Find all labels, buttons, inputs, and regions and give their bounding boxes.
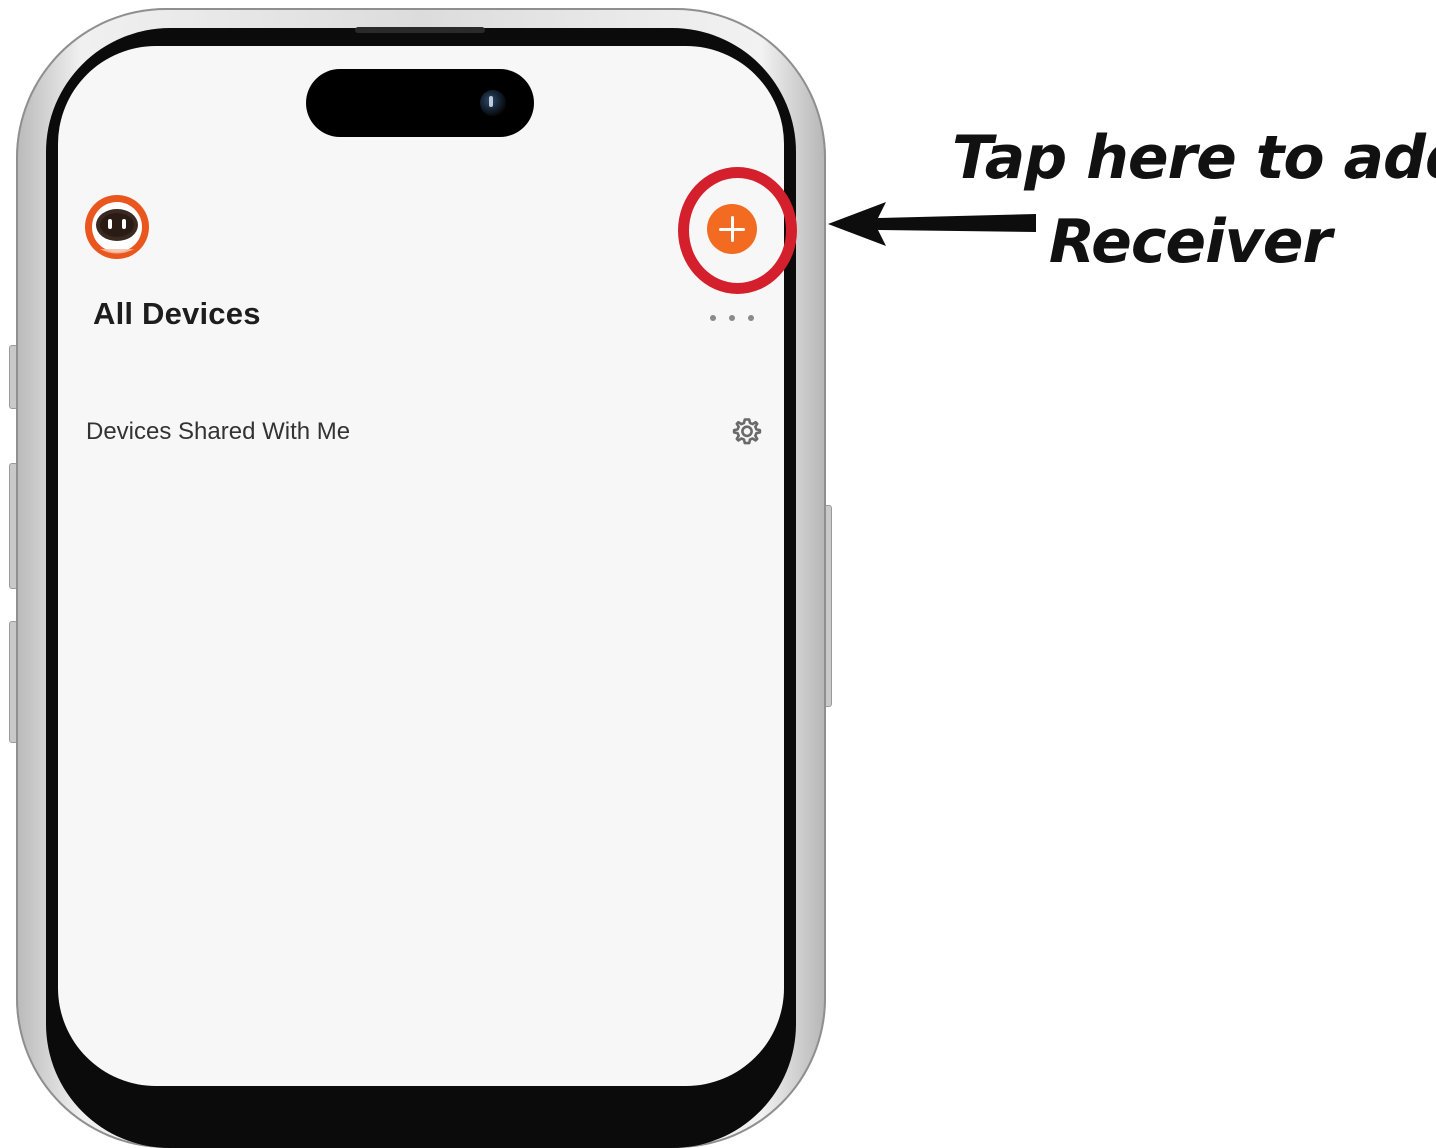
highlight-ring [678, 167, 797, 294]
robot-logo-icon[interactable] [84, 194, 150, 260]
dynamic-island [306, 69, 534, 137]
app-screen: All Devices Devices Shared With Me [58, 46, 784, 1086]
shared-devices-row: Devices Shared With Me [86, 412, 766, 452]
section-label: Devices Shared With Me [86, 418, 351, 445]
earpiece-speaker [355, 27, 485, 33]
more-options-button[interactable] [710, 308, 754, 328]
callout-line-2: Receiver [1048, 207, 1332, 277]
front-camera-icon [480, 90, 506, 116]
callout-text: Tap here to add Receiver [952, 116, 1436, 284]
gear-icon[interactable] [732, 416, 762, 446]
more-horizontal-icon [710, 315, 716, 321]
callout-line-1: Tap here to add [952, 123, 1436, 193]
page-title: All Devices [93, 296, 261, 331]
